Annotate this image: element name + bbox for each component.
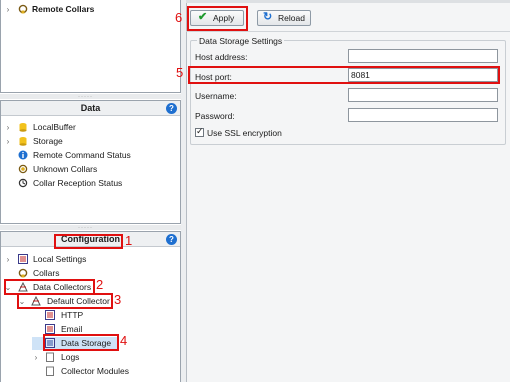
database-icon <box>19 123 27 132</box>
collar-icon <box>18 4 28 14</box>
data-pane: Data ? › LocalBuffer › Storage Remote Co… <box>0 100 181 224</box>
checkmark-icon: ✓ <box>196 126 204 136</box>
folder-icon <box>46 352 54 362</box>
tree-item-label: Storage <box>33 136 63 146</box>
unknown-collar-icon <box>18 164 28 174</box>
expand-arrow-icon[interactable]: › <box>4 121 12 134</box>
tree-item-label: Logs <box>61 352 80 362</box>
reload-button-label: Reload <box>278 13 305 23</box>
annotation-box-4 <box>43 334 119 351</box>
password-input[interactable] <box>348 108 498 122</box>
grip-icon: ····· <box>78 225 93 231</box>
data-pane-title: Data <box>80 103 101 113</box>
annotation-number-1: 1 <box>125 233 133 248</box>
horizontal-splitter[interactable]: ····· <box>0 225 181 231</box>
module-icon <box>46 366 54 376</box>
annotation-box-3 <box>17 293 113 309</box>
host-address-label: Host address: <box>195 52 248 62</box>
info-icon <box>18 150 28 160</box>
remote-collars-pane: › Remote Collars <box>0 0 181 93</box>
toolbar-divider <box>186 31 510 32</box>
tree-item-unknown-collars[interactable]: Unknown Collars <box>4 163 174 176</box>
expand-arrow-icon[interactable]: › <box>4 253 12 266</box>
expand-arrow-icon[interactable]: › <box>4 3 12 16</box>
ssl-label: Use SSL encryption <box>207 128 282 138</box>
reload-icon: ↻ <box>263 11 273 23</box>
tree-item-http[interactable]: HTTP <box>32 309 174 322</box>
reception-status-icon <box>18 178 28 188</box>
tree-item-label: HTTP <box>61 310 84 320</box>
group-title: Data Storage Settings <box>197 36 285 46</box>
annotation-box-1 <box>54 234 123 249</box>
tree-item-label: Remote Collars <box>32 4 95 14</box>
tree-item-label: Local Settings <box>33 254 87 264</box>
tree-item-collector-modules[interactable]: Collector Modules <box>32 365 174 378</box>
ssl-checkbox[interactable]: ✓ <box>195 126 204 137</box>
tree-item-label: Unknown Collars <box>33 164 98 174</box>
help-icon[interactable]: ? <box>166 103 177 114</box>
tree-item-local-settings[interactable]: › Local Settings <box>4 253 174 266</box>
annotation-number-4: 4 <box>120 333 128 348</box>
tree-item-localbuffer[interactable]: › LocalBuffer <box>4 121 174 134</box>
annotation-number-6: 6 <box>175 10 183 25</box>
tree-item-label: Collar Reception Status <box>33 178 123 188</box>
username-label: Username: <box>195 91 237 101</box>
username-input[interactable] <box>348 88 498 102</box>
tree-item-collar-reception-status[interactable]: Collar Reception Status <box>4 177 174 190</box>
tree-item-remote-command-status[interactable]: Remote Command Status <box>4 149 174 162</box>
grip-icon: ····· <box>78 94 93 100</box>
tree-item-storage[interactable]: › Storage <box>4 135 174 148</box>
tree-item-label: LocalBuffer <box>33 122 76 132</box>
annotation-box-5 <box>188 66 500 84</box>
settings-list-icon <box>45 310 55 320</box>
host-address-input[interactable] <box>348 49 498 63</box>
help-icon[interactable]: ? <box>166 234 177 245</box>
reload-button[interactable]: ↻ Reload <box>257 10 311 26</box>
horizontal-splitter[interactable]: ····· <box>0 94 181 100</box>
settings-list-icon <box>45 324 55 334</box>
tree-item-logs[interactable]: › Logs <box>32 351 174 364</box>
annotation-number-2: 2 <box>96 277 104 292</box>
data-pane-header: Data ? <box>1 101 180 116</box>
settings-list-icon <box>18 254 28 264</box>
annotation-number-5: 5 <box>176 65 184 80</box>
expand-arrow-icon[interactable]: › <box>4 135 12 148</box>
tree-item-label: Remote Command Status <box>33 150 131 160</box>
database-icon <box>19 137 27 146</box>
top-divider <box>186 0 510 3</box>
tree-item-label: Collector Modules <box>61 366 130 376</box>
collar-icon <box>18 268 28 278</box>
expand-arrow-icon[interactable]: › <box>32 351 40 364</box>
annotation-number-3: 3 <box>114 292 122 307</box>
annotation-box-6 <box>187 6 248 31</box>
tree-item-remote-collars[interactable]: › Remote Collars <box>4 3 174 16</box>
password-label: Password: <box>195 111 235 121</box>
